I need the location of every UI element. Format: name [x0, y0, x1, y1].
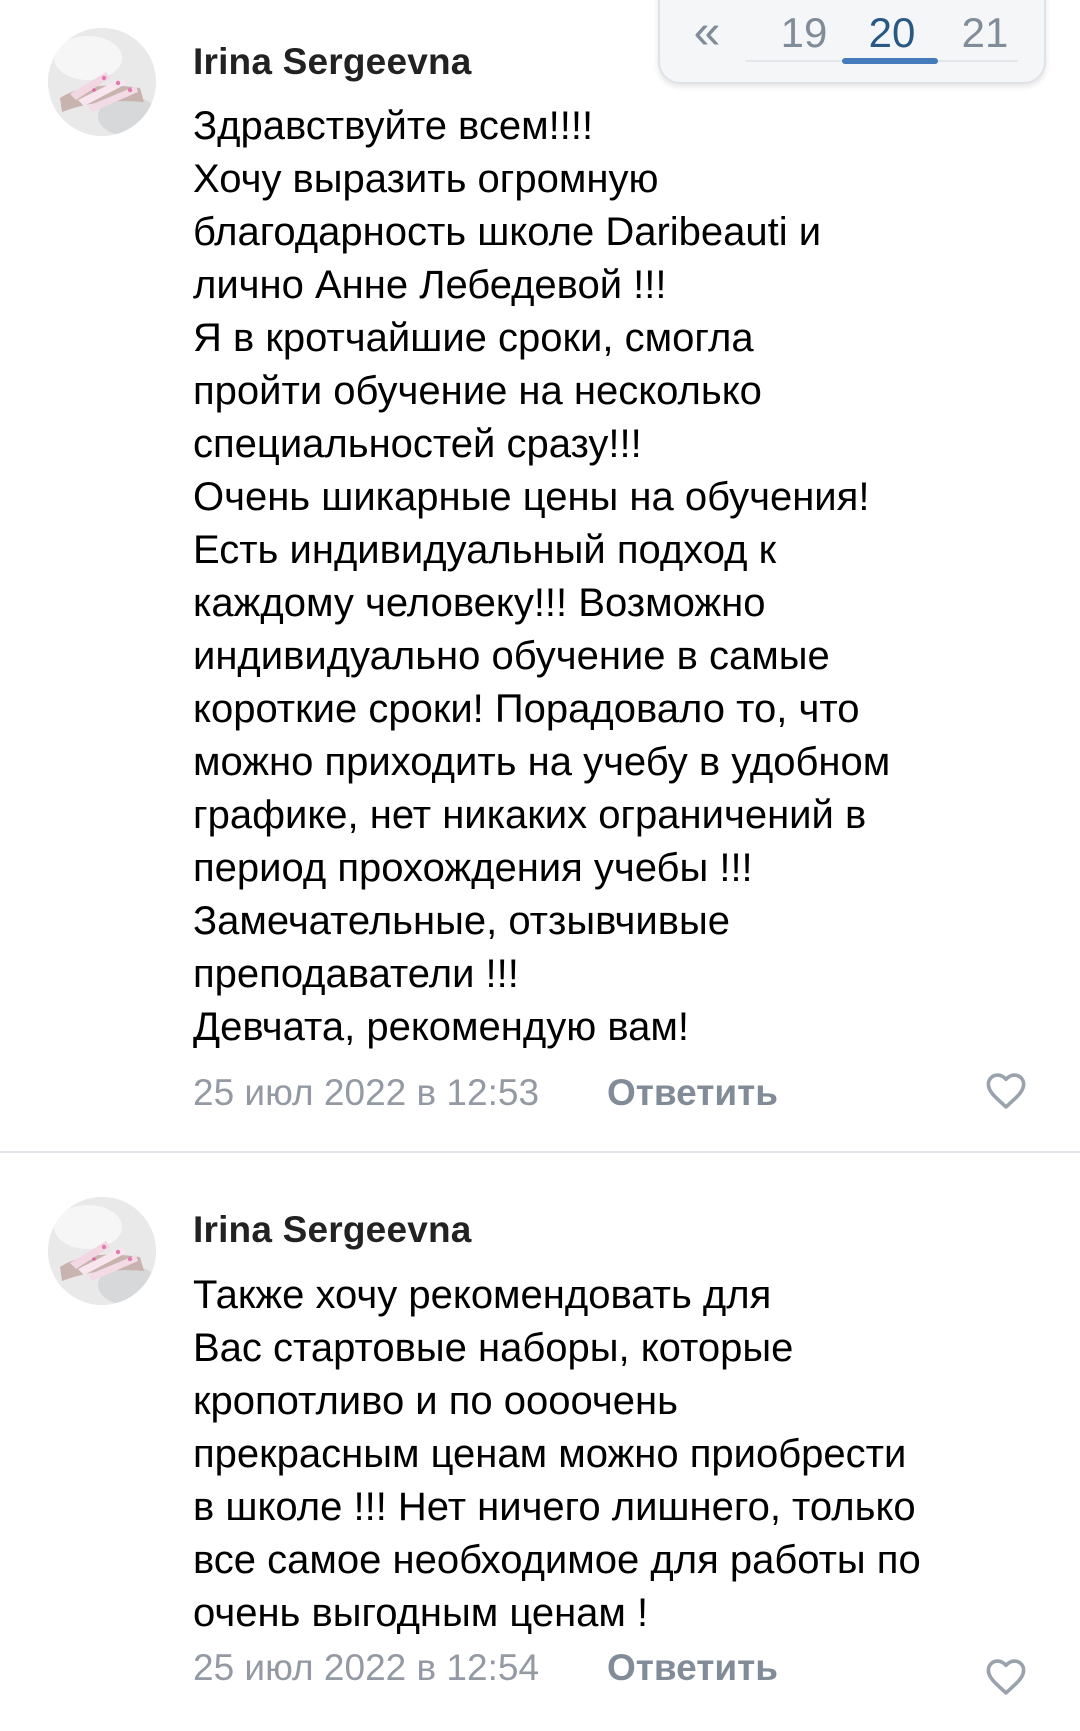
comment-item: Irina Sergeevna Здравствуйте всем!!!! Хо… [0, 0, 1080, 1153]
pagination-prev-button[interactable]: « [682, 8, 732, 58]
comment-item: Irina Sergeevna Также хочу рекомендовать… [0, 1154, 1080, 1731]
comment-divider [0, 1151, 1080, 1153]
comment-author[interactable]: Irina Sergeevna [193, 1209, 472, 1251]
comment-date[interactable]: 25 июл 2022 в 12:53 [193, 1072, 539, 1113]
comment-meta: 25 июл 2022 в 12:53 Ответить [193, 1068, 778, 1118]
avatar[interactable] [48, 28, 156, 136]
pagination-page-20-current[interactable]: 20 [843, 8, 941, 58]
like-button[interactable] [983, 1068, 1029, 1114]
like-button[interactable] [983, 1654, 1029, 1700]
pagination-page-21[interactable]: 21 [945, 8, 1025, 58]
heart-outline-icon [986, 1073, 1026, 1109]
heart-outline-icon [986, 1659, 1026, 1695]
comments-page: Irina Sergeevna Здравствуйте всем!!!! Хо… [0, 0, 1080, 1731]
nails-photo-avatar [48, 28, 156, 136]
comment-meta: 25 июл 2022 в 12:54 Ответить [193, 1643, 778, 1693]
pagination-page-19[interactable]: 19 [762, 8, 846, 58]
comment-author[interactable]: Irina Sergeevna [193, 41, 472, 83]
comment-date[interactable]: 25 июл 2022 в 12:54 [193, 1647, 539, 1688]
pagination-active-indicator [842, 58, 938, 64]
reply-button[interactable]: Ответить [607, 1643, 778, 1693]
pagination: « 19 20 21 [658, 0, 1046, 84]
comment-text: Также хочу рекомендовать для Вас стартов… [193, 1273, 921, 1635]
avatar[interactable] [48, 1197, 156, 1305]
reply-button[interactable]: Ответить [607, 1068, 778, 1118]
nails-photo-avatar [48, 1197, 156, 1305]
comment-text: Здравствуйте всем!!!! Хочу выразить огро… [193, 104, 891, 1049]
